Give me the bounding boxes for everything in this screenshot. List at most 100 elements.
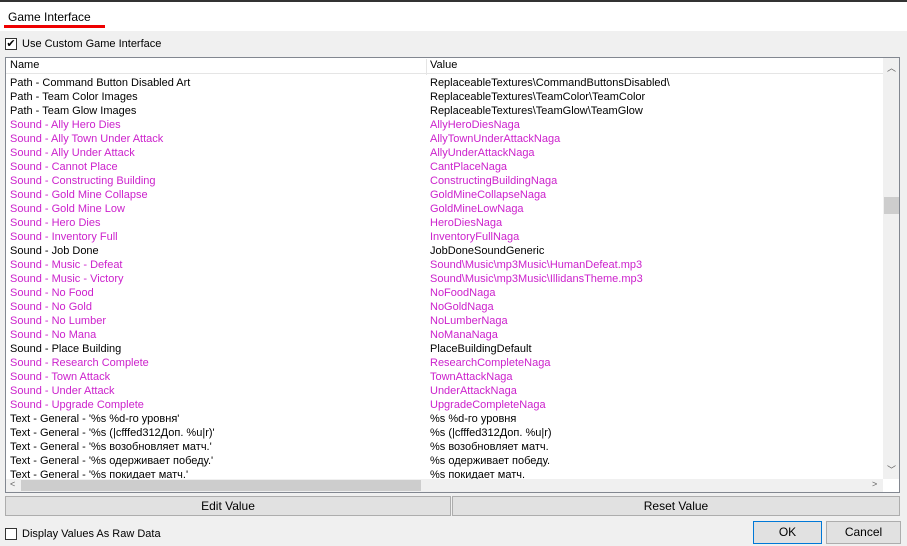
active-tab-indicator (4, 25, 105, 28)
horizontal-scroll-thumb[interactable] (21, 480, 421, 491)
fields-list: Name Value Path - Command Button Disable… (5, 57, 900, 493)
list-item[interactable]: Sound - Ally Town Under Attack AllyTownUn… (6, 132, 883, 146)
list-item[interactable]: Sound - Music - Defeat Sound\Music\mp3Mus… (6, 258, 883, 272)
reset-value-button[interactable]: Reset Value (452, 496, 900, 516)
item-value: InventoryFullNaga (430, 231, 520, 243)
checkmark-icon: ✔ (6, 38, 16, 50)
use-custom-checkbox[interactable]: ✔ (5, 38, 17, 50)
item-name: Sound - Ally Under Attack (10, 147, 135, 159)
item-value: %s покидает матч. (430, 469, 526, 479)
item-value: %s одерживает победу. (430, 455, 551, 467)
scroll-up-icon[interactable]: ︿ (887, 61, 896, 74)
list-item[interactable]: Sound - No Gold NoGoldNaga (6, 300, 883, 314)
list-header: Name Value (6, 58, 883, 75)
item-name: Text - General - '%s покидает матч.' (10, 469, 189, 479)
item-name: Sound - No Mana (10, 329, 97, 341)
list-item[interactable]: Sound - Hero Dies HeroDiesNaga (6, 216, 883, 230)
list-item[interactable]: Text - General - '%s (|cfffed312Доп. %u|… (6, 426, 883, 440)
item-value: UpgradeCompleteNaga (430, 399, 546, 411)
item-value: %s (|cfffed312Доп. %u|r) (430, 427, 552, 439)
horizontal-scrollbar[interactable]: < > (6, 479, 883, 492)
item-value: HeroDiesNaga (430, 217, 503, 229)
list-item[interactable]: Sound - Town Attack TownAttackNaga (6, 370, 883, 384)
item-name: Sound - No Lumber (10, 315, 106, 327)
item-value: AllyUnderAttackNaga (430, 147, 535, 159)
tab-game-interface[interactable]: Game Interface (8, 10, 91, 24)
list-item[interactable]: Sound - Music - Victory Sound\Music\mp3Mu… (6, 272, 883, 286)
item-value: GoldMineCollapseNaga (430, 189, 547, 201)
list-item[interactable]: Sound - Constructing Building Constructin… (6, 174, 883, 188)
item-value: ReplaceableTextures\TeamGlow\TeamGlow (430, 105, 643, 117)
list-item[interactable]: Sound - Under Attack UnderAttackNaga (6, 384, 883, 398)
item-name: Sound - Hero Dies (10, 217, 101, 229)
item-name: Text - General - '%s %d-го уровня' (10, 413, 180, 425)
list-item[interactable]: Sound - Research Complete ResearchComplet… (6, 356, 883, 370)
scroll-right-icon[interactable]: > (872, 479, 877, 489)
item-name: Sound - Constructing Building (10, 175, 156, 187)
item-name: Sound - Cannot Place (10, 161, 118, 173)
item-name: Sound - Place Building (10, 343, 122, 355)
item-name: Text - General - '%s одерживает победу.' (10, 455, 214, 467)
list-item[interactable]: Sound - No Mana NoManaNaga (6, 328, 883, 342)
item-name: Text - General - '%s (|cfffed312Доп. %u|… (10, 427, 215, 439)
raw-data-label: Display Values As Raw Data (22, 528, 161, 540)
list-item[interactable]: Sound - Place Building PlaceBuildingDefau… (6, 342, 883, 356)
item-value: TownAttackNaga (430, 371, 513, 383)
list-item[interactable]: Sound - Job Done JobDoneSoundGeneric (6, 244, 883, 258)
list-item[interactable]: Sound - Cannot Place CantPlaceNaga (6, 160, 883, 174)
cancel-button[interactable]: Cancel (826, 521, 901, 544)
vertical-scroll-thumb[interactable] (884, 197, 899, 214)
list-item[interactable]: Sound - Ally Hero Dies AllyHeroDiesNaga (6, 118, 883, 132)
raw-data-checkbox[interactable] (5, 528, 17, 540)
item-value: CantPlaceNaga (430, 161, 508, 173)
list-item[interactable]: Path - Command Button Disabled Art Replac… (6, 76, 883, 90)
item-value: %s возобновляет матч. (430, 441, 549, 453)
item-name: Sound - Ally Hero Dies (10, 119, 121, 131)
item-name: Sound - Ally Town Under Attack (10, 133, 164, 145)
item-name: Sound - Under Attack (10, 385, 115, 397)
item-value: NoFoodNaga (430, 287, 496, 299)
ok-button[interactable]: OK (753, 521, 822, 544)
item-name: Path - Team Color Images (10, 91, 138, 103)
item-name: Sound - No Gold (10, 301, 92, 313)
item-name: Sound - Music - Defeat (10, 259, 123, 271)
list-item[interactable]: Text - General - '%s покидает матч.' %s п… (6, 468, 883, 479)
vertical-scrollbar[interactable]: ︿ ﹀ (883, 58, 899, 479)
item-name: Sound - Research Complete (10, 357, 149, 369)
item-name: Sound - Job Done (10, 245, 99, 257)
item-name: Path - Command Button Disabled Art (10, 77, 191, 89)
list-item[interactable]: Sound - No Food NoFoodNaga (6, 286, 883, 300)
item-value: Sound\Music\mp3Music\HumanDefeat.mp3 (430, 259, 643, 271)
list-item[interactable]: Text - General - '%s возобновляет матч.'… (6, 440, 883, 454)
list-item[interactable]: Sound - Gold Mine Low GoldMineLowNaga (6, 202, 883, 216)
column-header-name[interactable]: Name (10, 59, 39, 71)
list-item[interactable]: Sound - Upgrade Complete UpgradeCompleteN… (6, 398, 883, 412)
item-name: Sound - Gold Mine Low (10, 203, 125, 215)
list-item[interactable]: Path - Team Color Images ReplaceableTextu… (6, 90, 883, 104)
column-divider[interactable] (426, 59, 427, 75)
item-name: Path - Team Glow Images (10, 105, 137, 117)
item-value: JobDoneSoundGeneric (430, 245, 545, 257)
list-item[interactable]: Text - General - '%s одерживает победу.'… (6, 454, 883, 468)
item-name: Sound - Gold Mine Collapse (10, 189, 148, 201)
use-custom-label: Use Custom Game Interface (22, 38, 162, 50)
column-header-value[interactable]: Value (430, 59, 457, 71)
scroll-down-icon[interactable]: ﹀ (887, 463, 896, 476)
item-value: ReplaceableTextures\TeamColor\TeamColor (430, 91, 646, 103)
edit-value-button[interactable]: Edit Value (5, 496, 451, 516)
item-value: Sound\Music\mp3Music\IllidansTheme.mp3 (430, 273, 643, 285)
list-item[interactable]: Sound - Inventory Full InventoryFullNaga (6, 230, 883, 244)
list-item[interactable]: Sound - Ally Under Attack AllyUnderAttack… (6, 146, 883, 160)
list-item[interactable]: Sound - Gold Mine Collapse GoldMineCollap… (6, 188, 883, 202)
list-item[interactable]: Text - General - '%s %d-го уровня' %s %d-… (6, 412, 883, 426)
item-name: Sound - No Food (10, 287, 94, 299)
item-name: Text - General - '%s возобновляет матч.' (10, 441, 212, 453)
item-value: ReplaceableTextures\CommandButtonsDisabl… (430, 77, 670, 89)
item-name: Sound - Town Attack (10, 371, 111, 383)
list-item[interactable]: Path - Team Glow Images ReplaceableTextur… (6, 104, 883, 118)
item-value: NoGoldNaga (430, 301, 494, 313)
list-item[interactable]: Sound - No Lumber NoLumberNaga (6, 314, 883, 328)
item-value: %s %d-го уровня (430, 413, 517, 425)
item-value: NoManaNaga (430, 329, 498, 341)
scroll-left-icon[interactable]: < (10, 479, 15, 489)
